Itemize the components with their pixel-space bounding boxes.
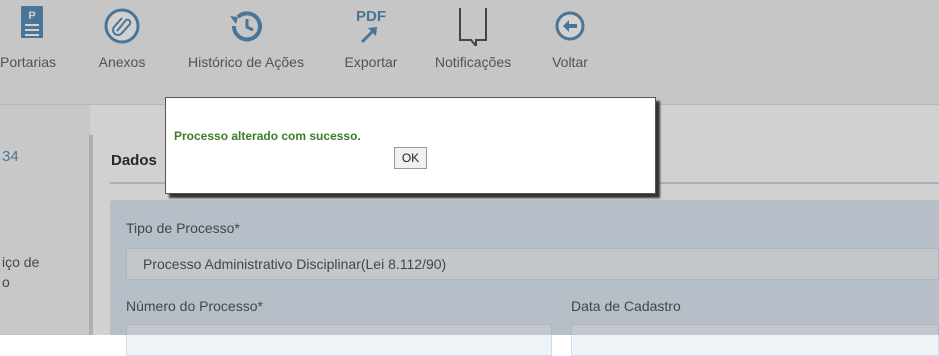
success-message: Processo alterado com sucesso.	[174, 129, 361, 143]
alert-dialog: Processo alterado com sucesso. OK	[165, 97, 656, 194]
ok-button[interactable]: OK	[394, 147, 427, 169]
